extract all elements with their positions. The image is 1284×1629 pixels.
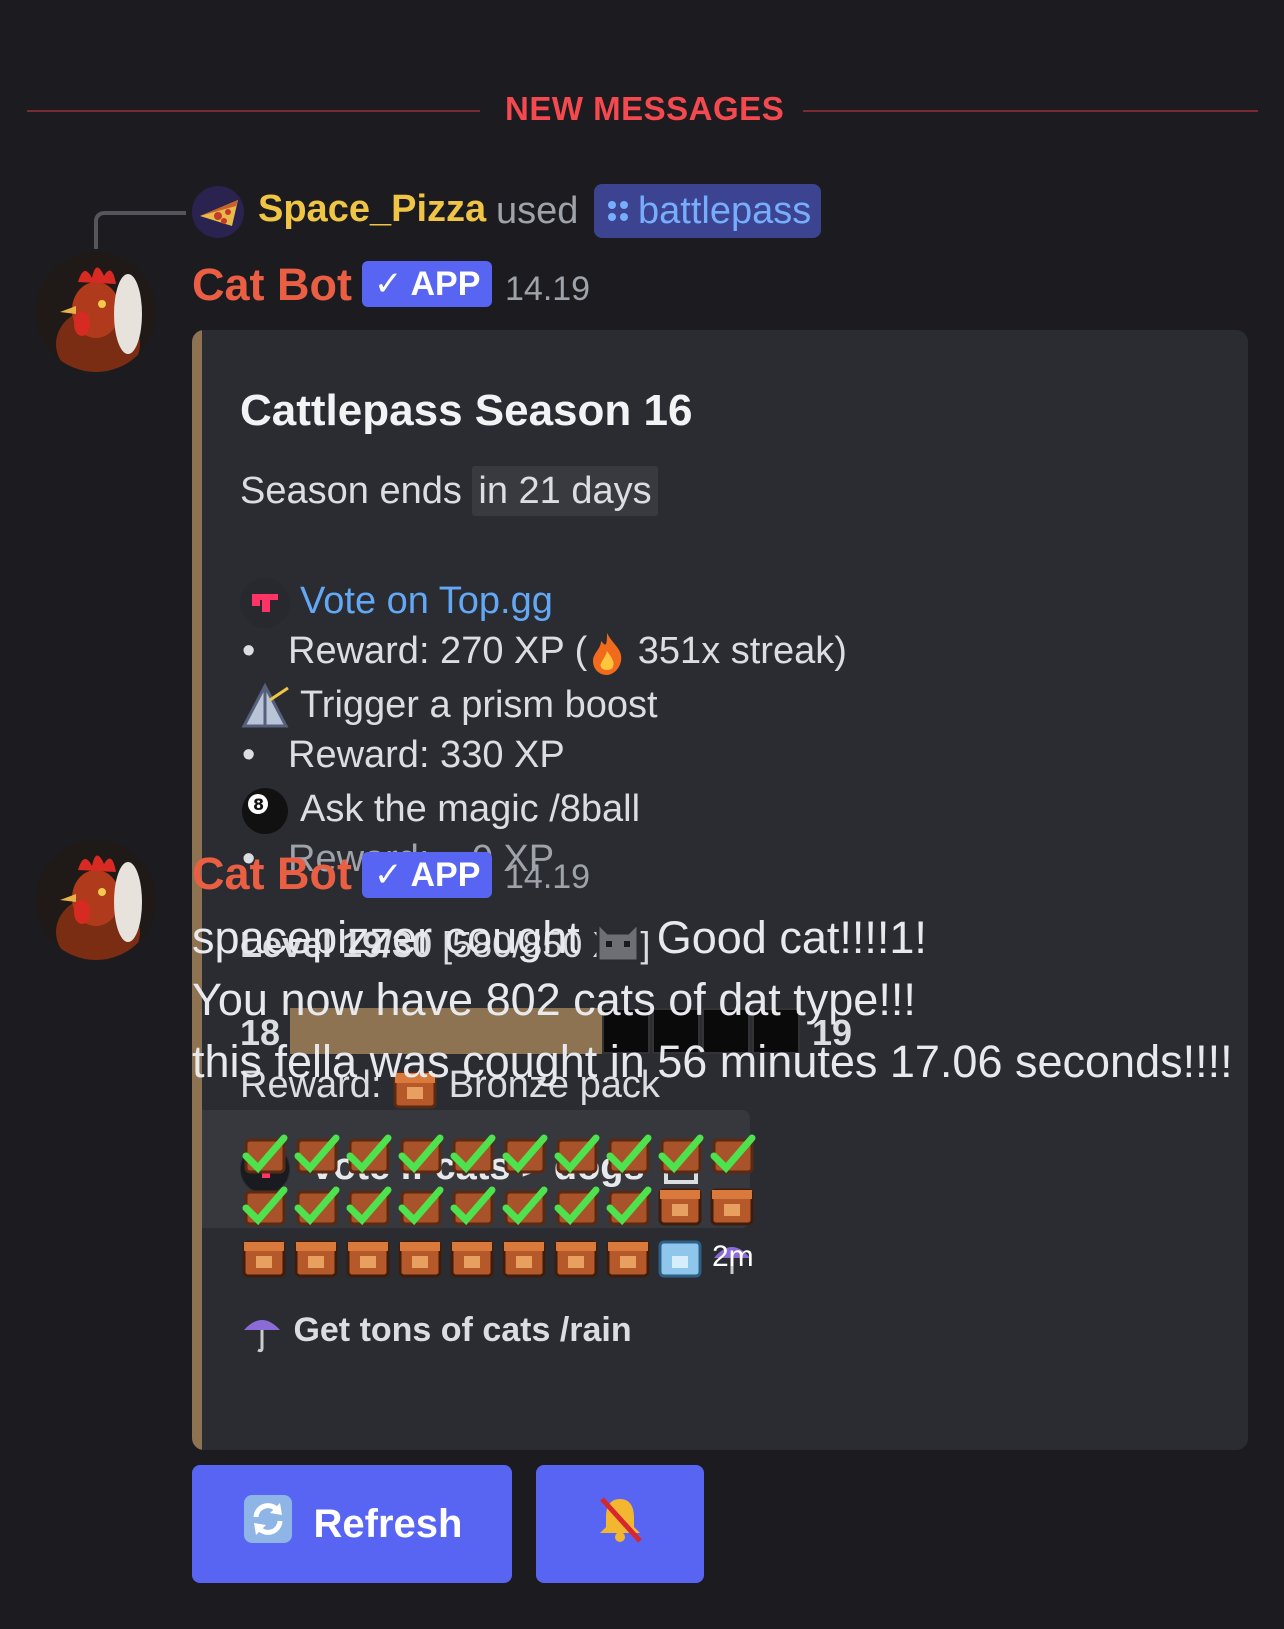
claimed-pack-icon (240, 1130, 288, 1178)
reply-spine (94, 211, 186, 249)
8ball-icon: 8 (240, 786, 290, 836)
catch-message-line-2: You now have 802 cats of dat type!!! (192, 974, 916, 1025)
claimed-pack-icon (552, 1182, 600, 1230)
claimed-pack-icon (448, 1130, 496, 1178)
refresh-button-label: Refresh (313, 1501, 463, 1546)
message-timestamp: 14.19 (505, 858, 591, 896)
pack-row-2 (240, 1182, 756, 1230)
app-badge: ✓ APP (362, 261, 493, 307)
rain-line: Get tons of cats /rain (240, 1310, 632, 1354)
claimed-pack-icon (396, 1130, 444, 1178)
claimed-pack-icon (604, 1130, 652, 1178)
topgg-icon (240, 578, 290, 628)
prism-task-label: Trigger a prism boost (300, 684, 658, 727)
bronze-pack-icon (240, 1234, 288, 1282)
bot-name[interactable]: Cat Bot (192, 259, 352, 311)
bullet-dot: • (242, 630, 256, 672)
vote-reward-suffix: 351x streak) (627, 630, 847, 672)
app-badge-label: APP (410, 264, 481, 303)
claimed-pack-icon (344, 1130, 392, 1178)
claimed-pack-icon (292, 1182, 340, 1230)
slash-command-icon (608, 201, 628, 221)
prism-icon (240, 682, 290, 732)
bronze-pack-icon (500, 1234, 548, 1282)
bell-muted-icon (592, 1491, 648, 1557)
refresh-button[interactable]: Refresh (192, 1465, 512, 1583)
rooster-icon (36, 840, 156, 960)
task-8ball: 8 Ask the magic /8ball (240, 786, 640, 836)
catch-message-line-1: spacepizzer cought Good cat!!!!1! (192, 912, 927, 967)
bronze-pack-icon (396, 1234, 444, 1282)
claimed-pack-icon (344, 1182, 392, 1230)
claimed-pack-icon (292, 1130, 340, 1178)
catch-line-1-prefix: spacepizzer cought (192, 912, 593, 963)
reply-username[interactable]: Space_Pizza (258, 188, 486, 231)
bronze-pack-icon (656, 1182, 704, 1230)
vote-link[interactable]: Vote on Top.gg (300, 580, 553, 622)
season-ends-text: Season ends in 21 days (240, 466, 658, 516)
task-prism: Trigger a prism boost (240, 682, 658, 732)
space-pizza-avatar[interactable] (192, 186, 244, 238)
season-ends-prefix: Season ends (240, 470, 473, 512)
fire-icon (587, 630, 627, 675)
prism-reward: Reward: 330 XP (288, 734, 565, 776)
command-mention[interactable]: battlepass (594, 184, 822, 238)
divider-line-right (803, 110, 1258, 112)
ice-pack-icon (656, 1234, 704, 1282)
cat-bot-avatar[interactable] (36, 840, 156, 960)
claimed-pack-icon (708, 1130, 756, 1178)
bronze-pack-icon (552, 1234, 600, 1282)
message-timestamp: 14.19 (505, 270, 591, 308)
bronze-pack-icon (448, 1234, 496, 1282)
verified-check-icon: ✓ (374, 856, 403, 894)
refresh-icon (242, 1493, 294, 1555)
divider-label: NEW MESSAGES (505, 90, 785, 127)
bronze-pack-icon (292, 1234, 340, 1282)
rooster-icon (36, 252, 156, 372)
command-name: battlepass (638, 189, 812, 232)
cat-bot-avatar[interactable] (36, 252, 156, 372)
bronze-pack-icon (604, 1234, 652, 1282)
rain-command-text: Get tons of cats /rain (293, 1310, 632, 1349)
claimed-pack-icon (656, 1130, 704, 1178)
8ball-task-label: Ask the magic /8ball (300, 788, 641, 831)
verified-check-icon: ✓ (374, 265, 403, 303)
pack-row-1 (240, 1130, 756, 1178)
svg-text:8: 8 (253, 795, 264, 814)
app-badge: ✓ APP (362, 852, 493, 898)
claimed-pack-icon (552, 1130, 600, 1178)
pack-row-3 (240, 1234, 756, 1282)
grey-cat-icon (592, 912, 644, 963)
bronze-pack-icon (344, 1234, 392, 1282)
divider-line-left (27, 110, 480, 112)
claimed-pack-icon (500, 1182, 548, 1230)
app-badge-label: APP (410, 855, 481, 894)
embed-title: Cattlepass Season 16 (240, 386, 693, 435)
rain-timer: 2m (712, 1240, 754, 1273)
claimed-pack-icon (500, 1130, 548, 1178)
season-ends-timestamp[interactable]: in 21 days (472, 466, 658, 516)
claimed-pack-icon (448, 1182, 496, 1230)
task-vote: Vote on Top.gg (240, 578, 553, 628)
bullet-dot: • (242, 734, 256, 776)
claimed-pack-icon (396, 1182, 444, 1230)
claimed-pack-icon (604, 1182, 652, 1230)
catch-message-line-3: this fella was cought in 56 minutes 17.0… (192, 1036, 1233, 1087)
rain-umbrella-icon (240, 1311, 284, 1353)
task-vote-reward: Reward: 270 XP ( 351x streak) (288, 630, 847, 675)
reply-used-text: used (496, 190, 579, 232)
mute-reminders-button[interactable] (536, 1465, 704, 1583)
claimed-pack-icon (240, 1182, 288, 1230)
bot-name[interactable]: Cat Bot (192, 848, 352, 900)
catch-line-1-suffix: Good cat!!!!1! (644, 912, 927, 963)
bronze-pack-icon (708, 1182, 756, 1230)
vote-reward-prefix: Reward: 270 XP ( (288, 630, 588, 672)
